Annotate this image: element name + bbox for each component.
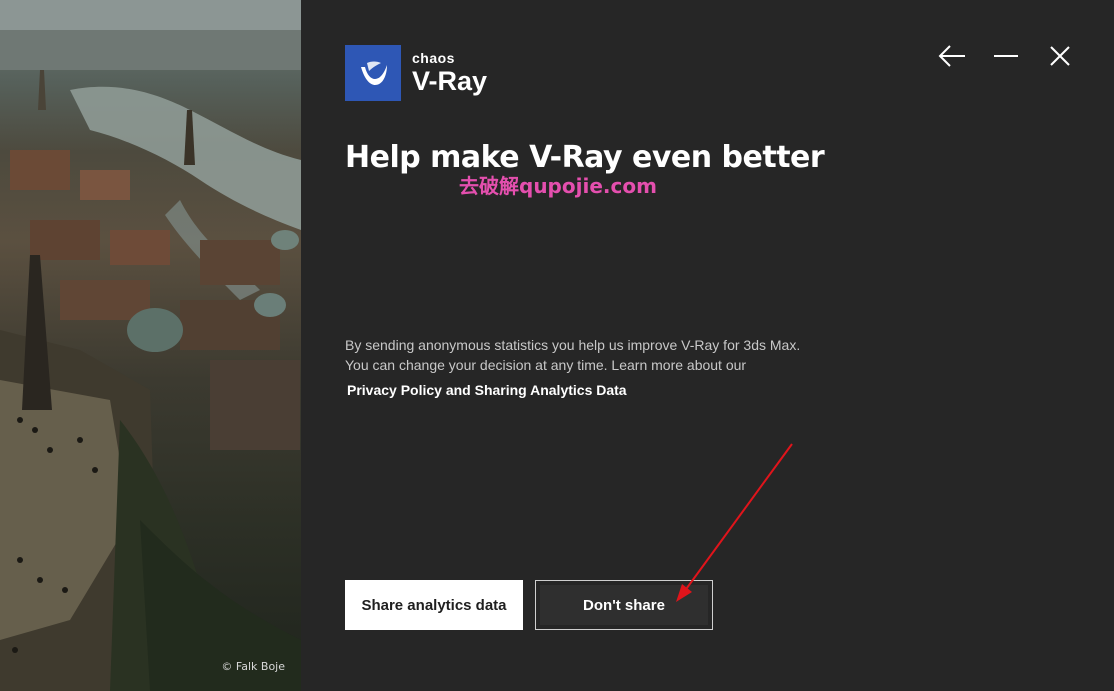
logo-product: V-Ray xyxy=(412,66,488,96)
close-icon xyxy=(1050,46,1070,66)
minimize-button[interactable] xyxy=(986,40,1026,72)
close-button[interactable] xyxy=(1040,40,1080,72)
share-analytics-button[interactable]: Share analytics data xyxy=(345,580,523,630)
hero-image: © Falk Boje xyxy=(0,0,301,691)
vray-logo-mark-icon xyxy=(345,45,401,101)
description-line-2: You can change your decision at any time… xyxy=(345,357,747,373)
arrow-left-icon xyxy=(938,45,965,67)
vray-logo-text: chaos V-Ray xyxy=(412,50,487,96)
description-line-1: By sending anonymous statistics you help… xyxy=(345,337,801,353)
dont-share-focus-ring: Don't share xyxy=(535,580,713,630)
minimize-icon xyxy=(994,55,1018,57)
logo-brand: chaos xyxy=(412,50,455,66)
photo-credit: © Falk Boje xyxy=(221,660,285,673)
back-button[interactable] xyxy=(932,40,972,72)
privacy-policy-link[interactable]: Privacy Policy and Sharing Analytics Dat… xyxy=(347,382,627,398)
watermark-text: 去破解qupojie.com xyxy=(459,174,657,198)
description: By sending anonymous statistics you help… xyxy=(345,335,865,375)
window-controls xyxy=(932,40,1080,72)
dont-share-button[interactable]: Don't share xyxy=(540,585,708,625)
city-illustration xyxy=(0,0,301,691)
vray-logo: chaos V-Ray xyxy=(345,45,487,101)
vray-analytics-dialog: © Falk Boje chaos V-Ray Help make V-Ray … xyxy=(0,0,1114,691)
